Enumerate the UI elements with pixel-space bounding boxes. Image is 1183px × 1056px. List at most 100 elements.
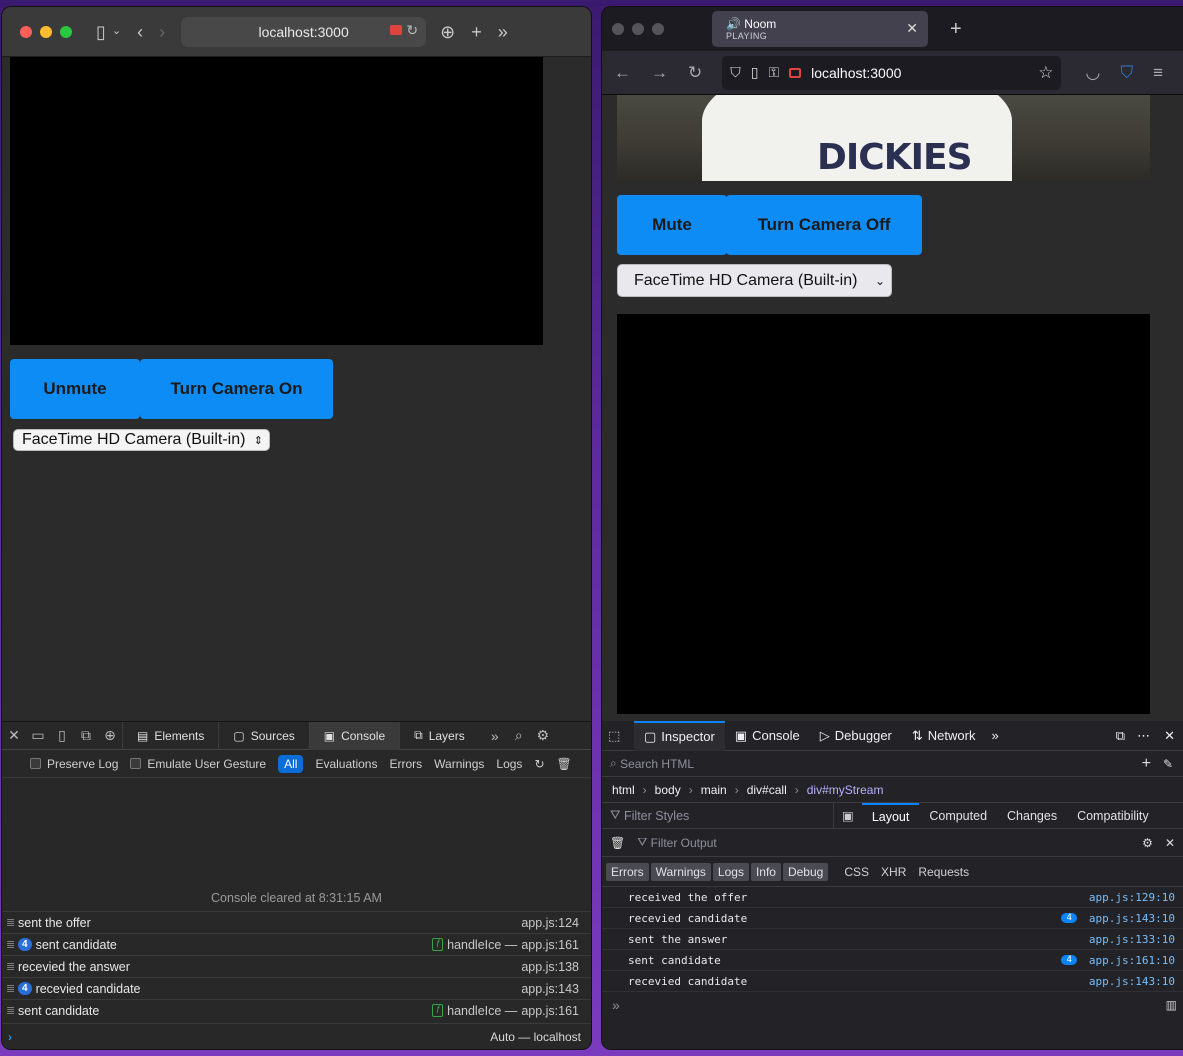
log-row[interactable]: ≣ sent the offer app.js:124 [2,911,591,933]
close-icon[interactable]: ✕ [1165,836,1175,850]
tab-compatibility[interactable]: Compatibility [1067,803,1159,829]
dock-side-icon[interactable]: ▯ [50,727,74,744]
forward-icon[interactable]: › [159,23,165,41]
gear-icon[interactable]: ⚙ [1142,836,1153,850]
log-source[interactable]: app.js:143:10 [1089,912,1175,925]
tab-debugger[interactable]: ▷ Debugger [810,721,902,751]
close-window-button[interactable] [612,23,624,35]
log-source[interactable]: app.js:124 [521,916,579,930]
search-icon[interactable]: ⌕ [507,727,531,744]
tab-network[interactable]: ⇅ Network [902,721,986,751]
tab-sources[interactable]: ▢ Sources [218,721,308,750]
dock-bottom-icon[interactable]: ▭ [26,727,50,744]
more-options-icon[interactable]: ⋯ [1131,728,1156,744]
tab-console[interactable]: ▣ Console [725,721,810,751]
log-source[interactable]: app.js:143 [521,982,579,996]
filter-styles-input[interactable]: ⛛ Filter Styles [602,802,834,829]
preserve-log-checkbox[interactable]: Preserve Log [30,757,118,771]
zoom-window-button[interactable] [60,25,72,38]
dock-icon[interactable]: ⧉ [1110,728,1131,744]
close-tab-icon[interactable]: ✕ [906,20,918,37]
log-row[interactable]: sent the answer app.js:133:10 [602,929,1183,950]
menu-icon[interactable]: ≡ [1153,63,1163,83]
console-input[interactable]: » ▥ [602,992,1183,1018]
permissions-icon[interactable]: ⚿ [768,64,779,81]
breadcrumb-item[interactable]: main [701,783,727,797]
tab-computed[interactable]: Computed [919,803,997,829]
log-source[interactable]: app.js:129:10 [1089,891,1175,904]
camera-sharing-icon[interactable] [789,67,802,78]
new-tab-icon[interactable]: + [471,23,482,41]
back-icon[interactable]: ‹ [137,23,143,41]
execution-context-select[interactable]: Auto — localhost [490,1030,581,1044]
filter-output-input[interactable]: Filter Output [651,836,717,850]
refresh-icon[interactable]: ↻ [534,757,544,771]
breadcrumb-item-current[interactable]: div#myStream [807,783,884,797]
log-source[interactable]: app.js:143:10 [1089,975,1175,988]
mute-button[interactable]: Mute [617,195,727,255]
log-source[interactable]: app.js:133:10 [1089,933,1175,946]
address-bar[interactable]: ⛉ ▯ ⚿ localhost:3000 ☆ [722,55,1062,90]
turn-camera-off-button[interactable]: Turn Camera Off [726,195,922,255]
extension-icon[interactable]: ⛉ [1120,63,1133,83]
browser-tab[interactable]: 🔊 Noom PLAYING ✕ [712,11,928,47]
log-row[interactable]: recevied candidate app.js:143:10 [602,971,1183,992]
filter-logs[interactable]: Logs [712,862,749,881]
close-icon[interactable]: ✕ [1156,728,1183,744]
unmute-button[interactable]: Unmute [10,359,140,419]
log-source[interactable]: app.js:161:10 [1089,954,1175,967]
trash-icon[interactable]: 🗑 [557,757,572,771]
search-html-input[interactable]: Search HTML [620,757,694,771]
chevron-down-icon[interactable]: ⌄ [112,26,121,37]
download-icon[interactable]: ⊕ [440,23,455,41]
filter-css[interactable]: CSS [844,865,869,879]
gear-icon[interactable]: ⚙ [531,727,555,744]
filter-info[interactable]: Info [750,862,781,881]
filter-errors[interactable]: Errors [606,862,649,881]
split-console-icon[interactable]: ▥ [1166,998,1177,1012]
crosshair-icon[interactable]: ⊕ [98,727,122,744]
search-html-bar[interactable]: ⌕ Search HTML + ✎ [602,751,1183,777]
log-row[interactable]: recevied candidate 4 app.js:143:10 [602,908,1183,929]
log-source[interactable]: app.js:161 [521,1004,579,1018]
filter-warnings[interactable]: Warnings [650,862,711,881]
tab-elements[interactable]: ▤ Elements [122,721,218,750]
close-icon[interactable]: ✕ [2,727,26,744]
log-source[interactable]: app.js:161 [521,938,579,952]
tab-console[interactable]: ▣ Console [308,721,400,750]
log-row[interactable]: ≣ recevied the answer app.js:138 [2,955,591,977]
tab-layout[interactable]: Layout [861,802,920,829]
log-row[interactable]: received the offer app.js:129:10 [602,887,1183,908]
breadcrumb-item[interactable]: div#call [747,783,787,797]
camera-recording-icon[interactable] [390,24,403,35]
filter-evaluations[interactable]: Evaluations [315,757,377,771]
tab-layers[interactable]: ⧉ Layers [399,721,479,750]
reload-icon[interactable]: ↻ [406,22,418,39]
page-icon[interactable]: ▯ [751,64,759,81]
pocket-icon[interactable]: ◡ [1085,63,1100,83]
zoom-window-button[interactable] [652,23,664,35]
console-prompt[interactable]: › Auto — localhost [2,1023,591,1049]
filter-xhr[interactable]: XHR [881,865,906,879]
reload-icon[interactable]: ↻ [688,63,702,83]
filter-all[interactable]: All [278,754,304,773]
tab-changes[interactable]: Changes [997,803,1067,829]
more-tabs-icon[interactable]: » [483,728,507,744]
forward-icon[interactable]: → [651,63,668,83]
filter-logs[interactable]: Logs [496,757,522,771]
more-tabs-icon[interactable]: » [985,728,1004,743]
add-node-icon[interactable]: + [1142,755,1151,773]
log-source[interactable]: app.js:138 [521,960,579,974]
eyedropper-icon[interactable]: ✎ [1163,757,1173,771]
camera-select[interactable]: FaceTime HD Camera (Built-in) ⌄ [617,264,892,297]
tab-inspector[interactable]: ▢ Inspector [634,720,725,751]
breadcrumb-item[interactable]: html [612,783,635,797]
new-tab-icon[interactable]: + [950,18,962,41]
back-icon[interactable]: ← [614,63,631,83]
minimize-window-button[interactable] [632,23,644,35]
minimize-window-button[interactable] [40,25,52,38]
emulate-gesture-checkbox[interactable]: Emulate User Gesture [130,757,266,771]
log-function[interactable]: f handleIce — [432,1004,517,1018]
filter-errors[interactable]: Errors [389,757,422,771]
filter-requests[interactable]: Requests [918,865,969,879]
